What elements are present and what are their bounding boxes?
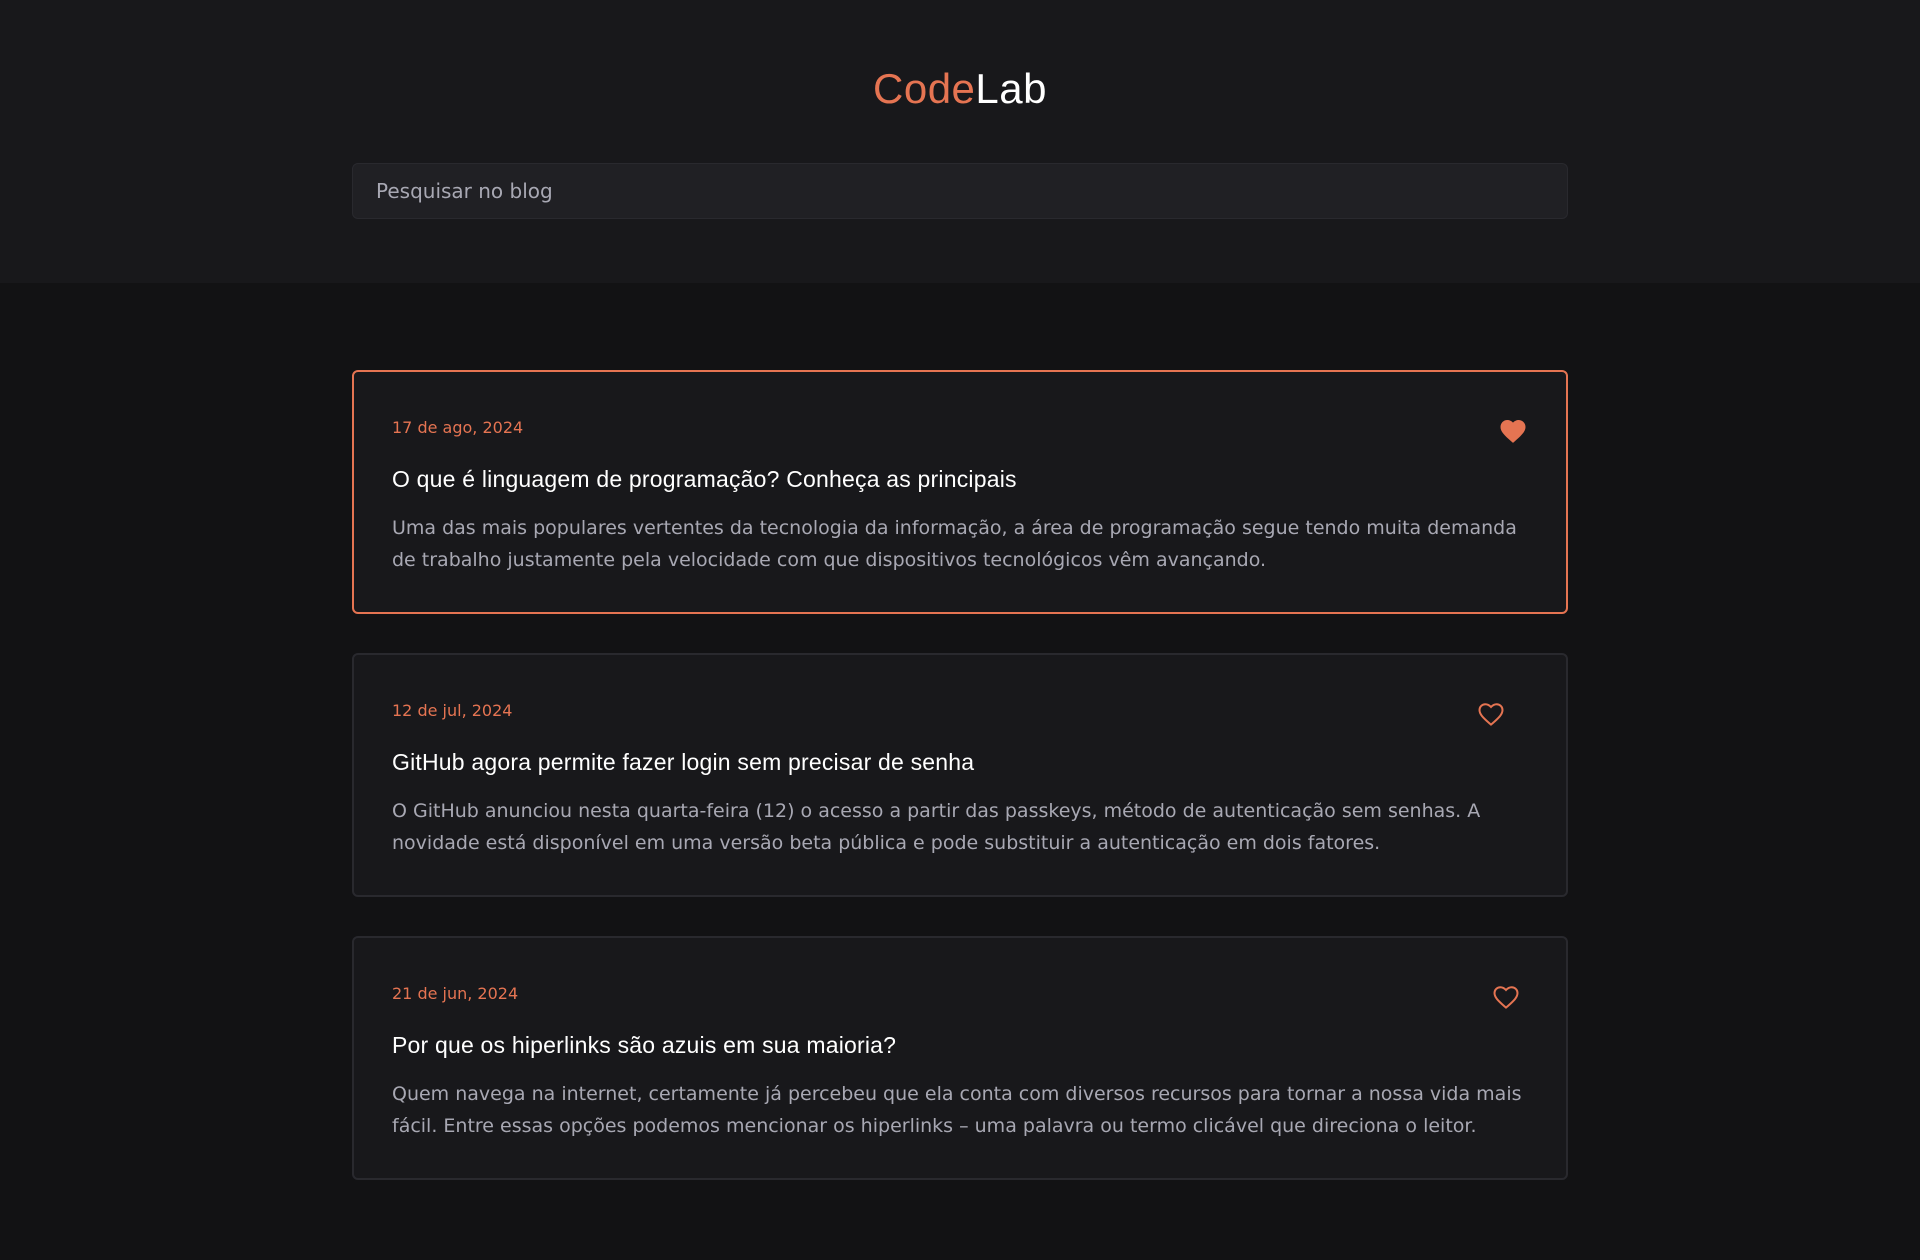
post-date: 21 de jun, 2024 bbox=[392, 984, 519, 1003]
logo-text: Lab bbox=[975, 65, 1047, 112]
post-title[interactable]: Por que os hiperlinks são azuis em sua m… bbox=[392, 1032, 896, 1059]
heart-filled-icon[interactable] bbox=[1498, 416, 1528, 444]
post-list: 17 de ago, 2024 O que é linguagem de pro… bbox=[352, 370, 1568, 1219]
post-card[interactable]: 21 de jun, 2024 Por que os hiperlinks sã… bbox=[352, 936, 1568, 1180]
post-excerpt: O GitHub anunciou nesta quarta-feira (12… bbox=[392, 800, 1481, 854]
post-excerpt: Uma das mais populares vertentes da tecn… bbox=[392, 517, 1517, 571]
logo[interactable]: CodeLab bbox=[0, 64, 1920, 114]
header: CodeLab bbox=[0, 0, 1920, 283]
post-date: 17 de ago, 2024 bbox=[392, 418, 524, 437]
heart-outline-icon[interactable] bbox=[1491, 982, 1521, 1010]
post-card[interactable]: 12 de jul, 2024 GitHub agora permite faz… bbox=[352, 653, 1568, 897]
logo-accent-text: Code bbox=[873, 65, 976, 112]
search-input[interactable] bbox=[352, 163, 1568, 219]
heart-outline-icon[interactable] bbox=[1476, 699, 1506, 727]
post-title[interactable]: GitHub agora permite fazer login sem pre… bbox=[392, 749, 974, 776]
post-card[interactable]: 17 de ago, 2024 O que é linguagem de pro… bbox=[352, 370, 1568, 614]
post-date: 12 de jul, 2024 bbox=[392, 701, 513, 720]
post-excerpt: Quem navega na internet, certamente já p… bbox=[392, 1083, 1522, 1137]
post-title[interactable]: O que é linguagem de programação? Conheç… bbox=[392, 466, 1017, 493]
